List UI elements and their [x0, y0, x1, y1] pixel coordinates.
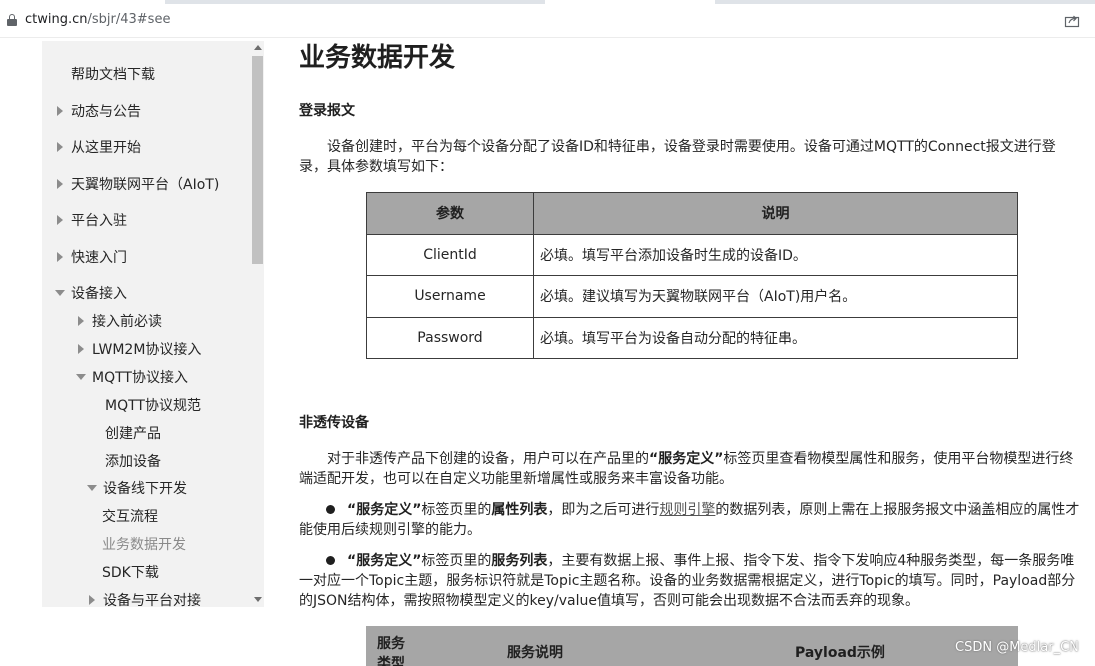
sidebar-item-device-platform[interactable]: 设备与平台对接: [89, 589, 201, 607]
expand-down-icon: [87, 485, 97, 491]
expand-right-icon: [57, 106, 63, 116]
sidebar-item-create-product[interactable]: 创建产品: [105, 422, 161, 446]
params-table: 参数 说明 ClientId 必填。填写平台添加设备时生成的设备ID。 User…: [366, 192, 1018, 359]
expand-right-icon: [78, 344, 84, 354]
sidebar-item-label: LWM2M协议接入: [92, 342, 202, 358]
sidebar-item-add-device[interactable]: 添加设备: [105, 450, 161, 474]
login-paragraph: 设备创建时，平台为每个设备分配了设备ID和特征串，设备登录时需要使用。设备可通过…: [299, 139, 1056, 175]
sidebar-item-get-started[interactable]: 从这里开始: [57, 136, 141, 160]
table-cell-param: ClientId: [366, 233, 534, 276]
bullet-text: 标签页里的: [421, 502, 492, 518]
table-header-cell: 服务类型: [377, 636, 405, 666]
bullet-bold: 服务列表: [491, 553, 548, 569]
sidebar-item-label: MQTT协议规范: [105, 398, 201, 414]
sidebar-item-label: 业务数据开发: [102, 537, 186, 553]
sidebar-item-business-data-current[interactable]: 业务数据开发: [102, 533, 186, 557]
bullet-text: ，即为之后可进行: [547, 502, 660, 518]
sidebar-item-label: 动态与公告: [71, 104, 141, 120]
table-header-cell: 说明: [533, 192, 1018, 235]
rule-engine-link[interactable]: 规则引擎: [659, 502, 715, 518]
expand-right-icon: [78, 316, 84, 326]
expand-right-icon: [57, 252, 63, 262]
table-row: Password 必填。填写平台为设备自动分配的特征串。: [366, 316, 1018, 359]
bullet-service-list: “服务定义”标签页里的服务列表，主要有数据上报、事件上报、指令下发、指令下发响应…: [299, 551, 1081, 611]
sidebar-item-mqtt-spec[interactable]: MQTT协议规范: [105, 394, 201, 418]
sidebar-item-label: 交互流程: [102, 509, 158, 525]
sidebar-item-device-access[interactable]: 设备接入: [55, 282, 127, 306]
sidebar-item-label: MQTT协议接入: [92, 370, 188, 386]
lock-icon[interactable]: [7, 14, 17, 26]
url-path: /sbjr/43#see: [87, 12, 171, 27]
service-table-header: 服务类型 服务说明 Payload示例: [366, 626, 1018, 666]
scroll-down-arrow-icon[interactable]: [254, 597, 262, 602]
doc-sidebar: 帮助文档下载 动态与公告 从这里开始 天翼物联网平台（AIoT) 平台入驻 快速…: [42, 41, 264, 607]
expand-right-icon: [57, 142, 63, 152]
share-icon[interactable]: [1064, 12, 1080, 28]
sidebar-item-help-download[interactable]: 帮助文档下载: [71, 63, 155, 87]
url-field[interactable]: ctwing.cn/sbjr/43#see: [25, 11, 170, 29]
expand-right-icon: [57, 215, 63, 225]
bullet-bold: “服务定义”: [347, 553, 422, 569]
table-header-cell: 服务说明: [507, 645, 563, 661]
nontransparent-heading: 非透传设备: [299, 415, 369, 431]
sidebar-item-interaction-flow[interactable]: 交互流程: [102, 505, 158, 529]
table-header-cell: Payload示例: [795, 645, 885, 661]
sidebar-item-label: 设备与平台对接: [103, 593, 201, 607]
sidebar-item-mqtt[interactable]: MQTT协议接入: [76, 366, 188, 390]
bullet-text: 标签页里的: [421, 553, 492, 569]
table-cell-desc: 必填。建议填写为天翼物联网平台（AIoT)用户名。: [533, 275, 1018, 318]
nontransparent-paragraph: 对于非透传产品下创建的设备，用户可以在产品里的“服务定义”标签页里查看物模型属性…: [299, 449, 1081, 489]
expand-right-icon: [89, 595, 95, 605]
sidebar-item-label: 添加设备: [105, 454, 161, 470]
bullet-bold: “服务定义”: [347, 502, 422, 518]
sidebar-item-label: 设备接入: [71, 286, 127, 302]
sidebar-item-quick-start[interactable]: 快速入门: [57, 246, 127, 270]
sidebar-item-label: 帮助文档下载: [71, 67, 155, 83]
sidebar-item-label: SDK下载: [102, 565, 159, 581]
bullet-icon: [326, 556, 335, 565]
bullet-bold: 属性列表: [491, 502, 548, 518]
table-cell-param: Username: [366, 275, 534, 318]
sidebar-item-news[interactable]: 动态与公告: [57, 100, 141, 124]
sidebar-item-prerequisites[interactable]: 接入前必读: [78, 310, 162, 334]
sidebar-item-offline-dev[interactable]: 设备线下开发: [87, 477, 187, 501]
table-row: ClientId 必填。填写平台添加设备时生成的设备ID。: [366, 233, 1018, 276]
login-heading: 登录报文: [299, 103, 355, 119]
sidebar-item-sdk-download[interactable]: SDK下载: [102, 561, 159, 585]
expand-right-icon: [57, 179, 63, 189]
sidebar-item-label: 设备线下开发: [103, 481, 187, 497]
table-cell-param: Password: [366, 316, 534, 359]
table-cell-desc: 必填。填写平台为设备自动分配的特征串。: [533, 316, 1018, 359]
table-header-row: 参数 说明: [366, 192, 1018, 235]
sidebar-item-aiot-platform[interactable]: 天翼物联网平台（AIoT): [57, 173, 219, 197]
sidebar-item-label: 天翼物联网平台（AIoT): [71, 177, 220, 193]
sidebar-item-label: 平台入驻: [71, 213, 127, 229]
sidebar-item-lwm2m[interactable]: LWM2M协议接入: [78, 338, 201, 362]
table-row: Username 必填。建议填写为天翼物联网平台（AIoT)用户名。: [366, 275, 1018, 318]
table-header-cell: 参数: [366, 192, 534, 235]
tab-strip-edge: [0, 0, 1095, 4]
expand-down-icon: [76, 374, 86, 380]
expand-down-icon: [55, 290, 65, 296]
sidebar-item-label: 快速入门: [71, 250, 127, 266]
sidebar-item-label: 接入前必读: [92, 314, 162, 330]
sidebar-item-platform-onboarding[interactable]: 平台入驻: [57, 209, 127, 233]
scroll-up-arrow-icon[interactable]: [254, 45, 262, 50]
para-bold: “服务定义”: [649, 451, 724, 467]
sidebar-item-label: 创建产品: [105, 426, 161, 442]
para-text: 对于非透传产品下创建的设备，用户可以在产品里的: [327, 451, 649, 467]
bullet-attribute-list: “服务定义”标签页里的属性列表，即为之后可进行规则引擎的数据列表，原则上需在上报…: [299, 500, 1081, 540]
url-host: ctwing.cn: [25, 12, 88, 27]
address-bar: ctwing.cn/sbjr/43#see: [0, 0, 1095, 38]
page-title: 业务数据开发: [299, 43, 456, 73]
table-cell-desc: 必填。填写平台添加设备时生成的设备ID。: [533, 233, 1018, 276]
sidebar-item-label: 从这里开始: [71, 140, 141, 156]
sidebar-scroll-thumb[interactable]: [252, 56, 263, 264]
bullet-icon: [326, 505, 335, 514]
watermark: CSDN @Medlar_CN: [955, 640, 1079, 655]
